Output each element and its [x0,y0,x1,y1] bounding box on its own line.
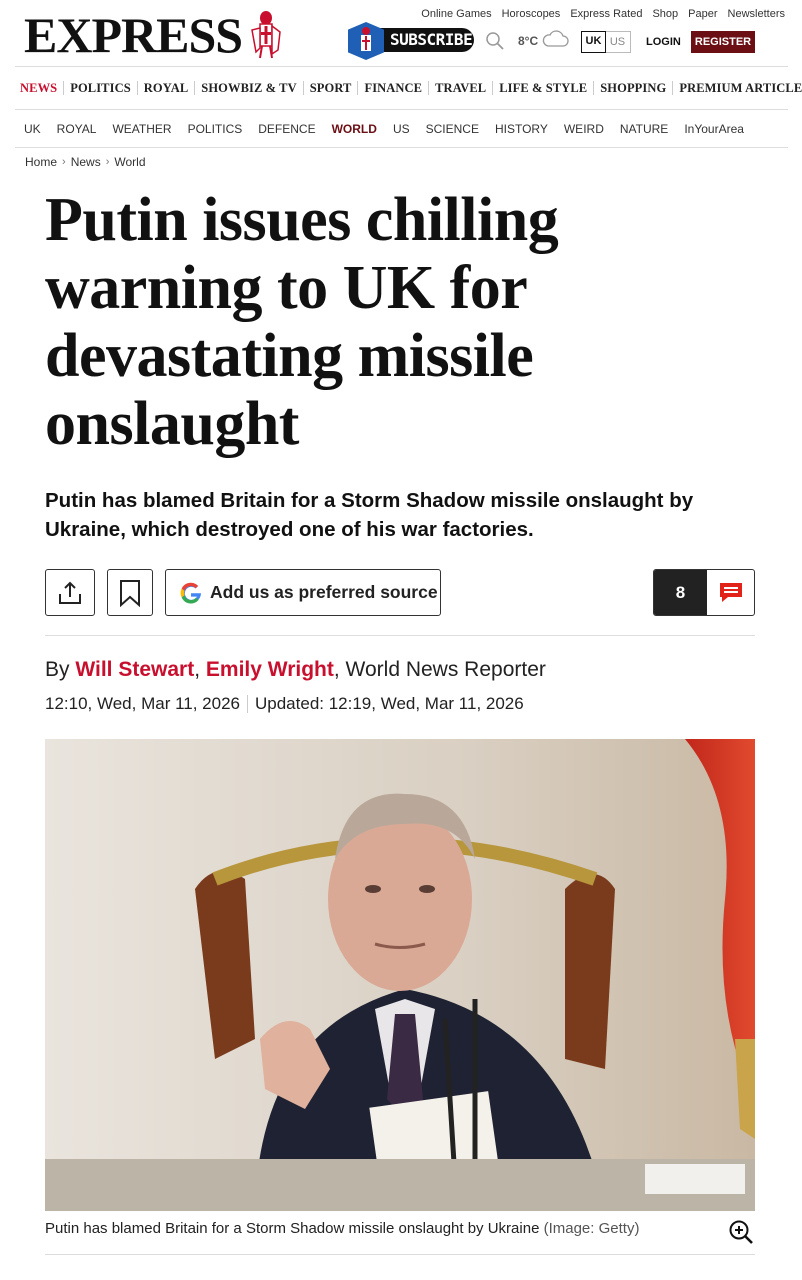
chevron-right-icon: › [105,156,110,168]
author-link-emily-wright[interactable]: Emily Wright [206,658,334,681]
nav-news[interactable]: NEWS [20,81,65,95]
byline-comma: , [194,658,201,681]
updated-date: Updated: 12:19, Wed, Mar 11, 2026 [255,694,524,713]
cloud-icon [542,30,569,47]
byline-prefix: By [45,658,70,681]
author-role: World News Reporter [345,658,546,681]
bookmark-button[interactable] [107,569,153,616]
nav-premium-articles[interactable]: PREMIUM ARTICLES [673,81,802,95]
byline-comma: , [333,658,340,681]
subnav-nature[interactable]: NATURE [620,122,668,136]
subnav-defence[interactable]: DEFENCE [258,122,315,136]
breadcrumb-home[interactable]: Home [25,155,57,169]
nav-life-style[interactable]: LIFE & STYLE [493,81,595,95]
date-divider [247,695,248,713]
site-header: EXPRESS Online Games Horoscopes Express … [0,0,802,66]
image-credit: (Image: Getty) [543,1220,640,1237]
article-hero-image[interactable] [45,739,755,1211]
link-horoscopes[interactable]: Horoscopes [502,8,561,20]
subscribe-button[interactable]: SUBSCRIBE [348,22,474,60]
add-preferred-source-button[interactable]: Add us as preferred source [165,569,441,616]
primary-nav: NEWS POLITICS ROYAL SHOWBIZ & TV SPORT F… [15,66,802,110]
crusader-badge-icon [348,22,384,60]
subnav-science[interactable]: SCIENCE [426,122,479,136]
comment-count: 8 [654,570,707,615]
nav-politics[interactable]: POLITICS [64,81,138,95]
register-button[interactable]: REGISTER [691,31,755,53]
link-online-games[interactable]: Online Games [421,8,491,20]
chevron-right-icon: › [62,156,66,168]
divider [45,1254,755,1255]
article-standfirst: Putin has blamed Britain for a Storm Sha… [45,489,694,541]
top-utility-links: Online Games Horoscopes Express Rated Sh… [421,8,785,20]
article-headline: Putin issues chilling warning to UK for … [45,186,559,458]
subnav-us[interactable]: US [393,122,410,136]
caption-text: Putin has blamed Britain for a Storm Sha… [45,1220,540,1237]
nav-travel[interactable]: TRAVEL [429,81,494,95]
crusader-crest-icon [251,11,281,59]
subnav-uk[interactable]: UK [24,122,41,136]
logo-wordmark: EXPRESS [24,7,243,63]
region-uk[interactable]: UK [581,31,606,53]
article-dates: 12:10, Wed, Mar 11, 2026 Updated: 12:19,… [45,694,524,714]
express-logo[interactable]: EXPRESS [24,10,284,60]
share-icon [59,581,81,604]
bookmark-icon [120,579,140,607]
login-link[interactable]: LOGIN [646,36,681,48]
breadcrumb: Home › News › World [25,155,146,169]
subnav-weird[interactable]: WEIRD [564,122,604,136]
comments-button[interactable]: 8 [653,569,755,616]
nav-shopping[interactable]: SHOPPING [594,81,674,95]
nav-showbiz-tv[interactable]: SHOWBIZ & TV [195,81,304,95]
region-switch: UK US [581,31,631,53]
subnav-world[interactable]: WORLD [332,122,377,136]
zoom-in-icon[interactable] [728,1219,754,1245]
secondary-nav: UK ROYAL WEATHER POLITICS DEFENCE WORLD … [15,110,788,148]
author-link-will-stewart[interactable]: Will Stewart [75,658,194,681]
nav-sport[interactable]: SPORT [304,81,359,95]
comment-bubble-icon [719,582,742,602]
subnav-inyourarea[interactable]: InYourArea [684,122,744,136]
google-g-icon [180,582,201,604]
breadcrumb-world[interactable]: World [114,155,145,169]
link-shop[interactable]: Shop [652,8,678,20]
preferred-source-label: Add us as preferred source [210,582,438,602]
subnav-weather[interactable]: WEATHER [112,122,171,136]
search-icon[interactable] [485,31,505,51]
subnav-royal[interactable]: ROYAL [57,122,97,136]
image-caption: Putin has blamed Britain for a Storm Sha… [45,1220,639,1237]
breadcrumb-news[interactable]: News [71,155,101,169]
link-newsletters[interactable]: Newsletters [728,8,785,20]
nav-royal[interactable]: ROYAL [138,81,196,95]
subnav-history[interactable]: HISTORY [495,122,548,136]
link-express-rated[interactable]: Express Rated [570,8,642,20]
share-button[interactable] [45,569,95,616]
published-date: 12:10, Wed, Mar 11, 2026 [45,694,240,713]
hero-photo-illustration [45,739,755,1211]
nav-finance[interactable]: FINANCE [358,81,430,95]
subnav-politics[interactable]: POLITICS [188,122,243,136]
temperature-readout: 8°C [518,34,539,48]
link-paper[interactable]: Paper [688,8,717,20]
region-us[interactable]: US [605,32,630,52]
divider [45,635,755,636]
article-byline: By Will Stewart, Emily Wright, World New… [45,658,546,682]
